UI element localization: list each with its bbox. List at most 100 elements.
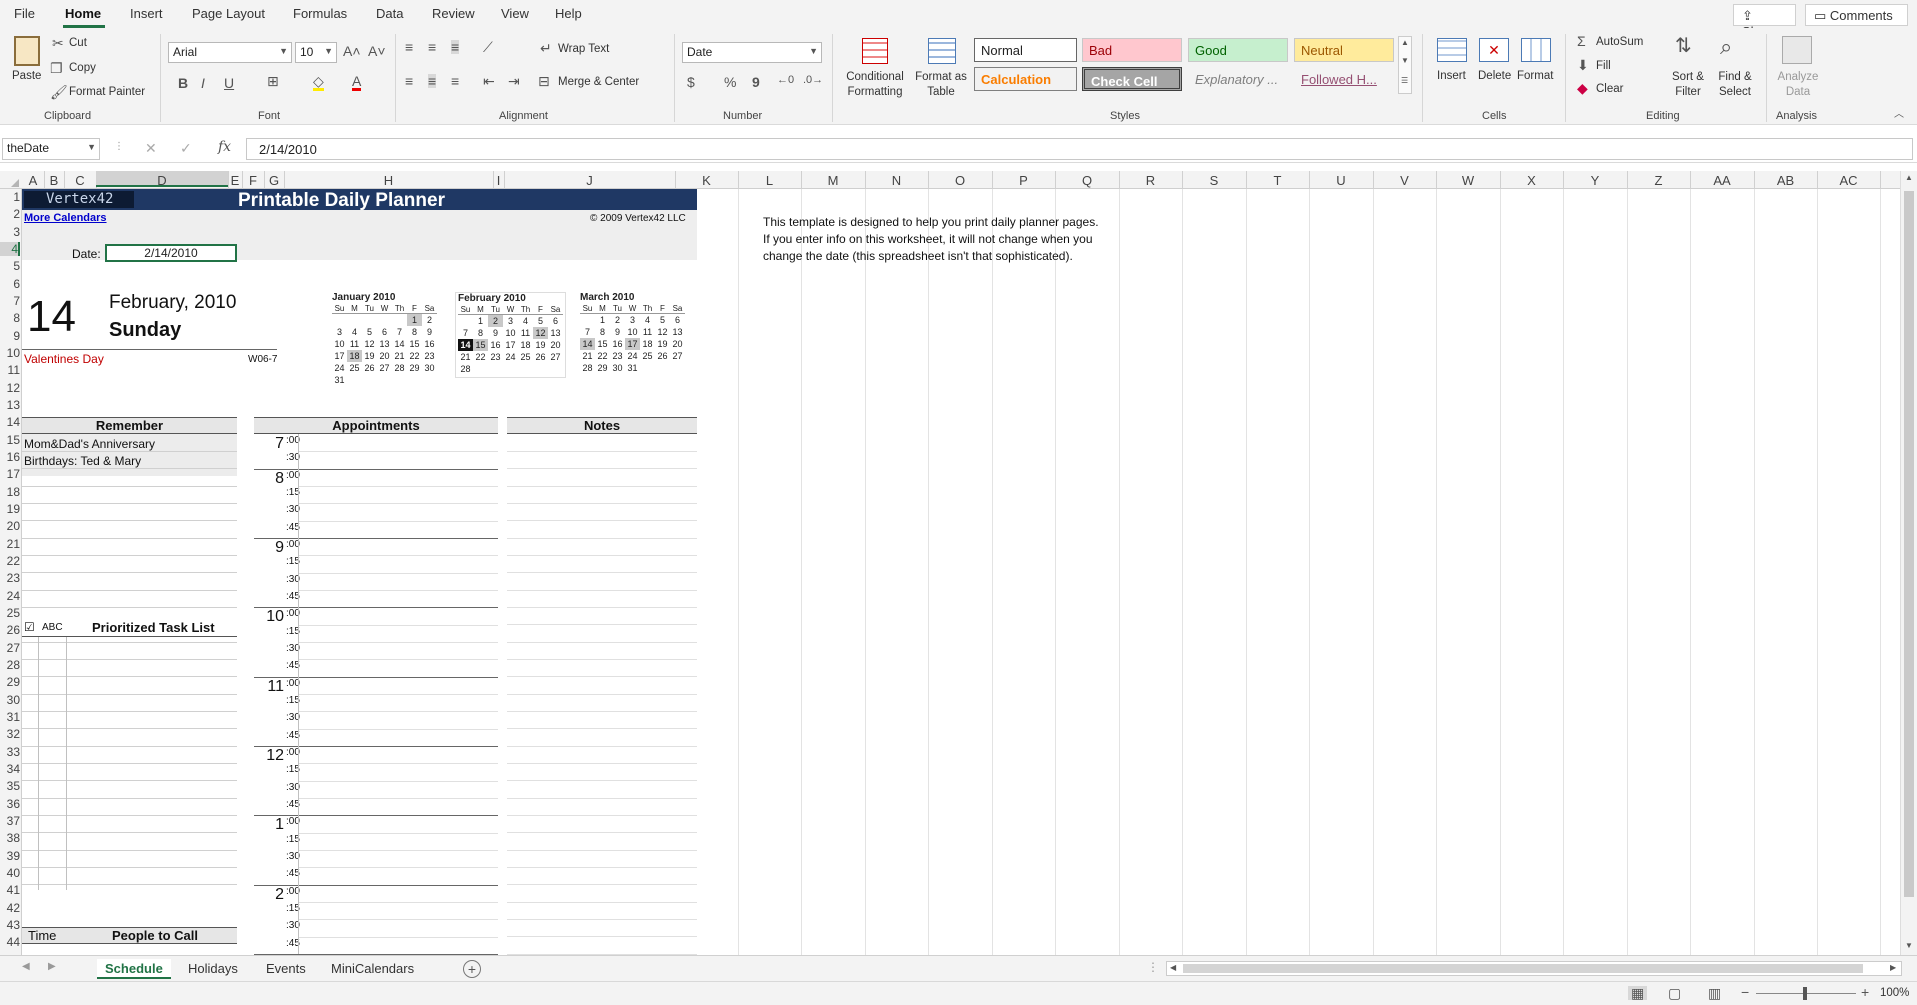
increase-indent-icon[interactable]: ⇥ <box>508 74 520 88</box>
worksheet[interactable]: Vertex42 Printable Daily Planner More Ca… <box>22 189 1900 955</box>
increase-decimal-icon[interactable]: ←0 <box>777 75 794 86</box>
chevron-up-icon[interactable]: ▲ <box>1905 174 1913 182</box>
next-sheet-icon[interactable]: ▶ <box>48 962 56 972</box>
row-header[interactable]: 21 <box>0 537 20 551</box>
row-header[interactable]: 3 <box>0 225 20 239</box>
formula-input[interactable]: 2/14/2010 <box>246 138 1913 160</box>
align-right-icon[interactable]: ≡ <box>451 74 459 88</box>
row-header[interactable]: 17 <box>0 467 20 481</box>
more-calendars-link[interactable]: More Calendars <box>24 212 107 224</box>
tab-file[interactable]: File <box>14 6 35 21</box>
column-header[interactable]: T <box>1246 173 1309 188</box>
row-header[interactable]: 10 <box>0 346 20 360</box>
row-header[interactable]: 12 <box>0 381 20 395</box>
insert-function-button[interactable]: fx <box>218 140 231 154</box>
align-center-icon[interactable]: ≡ <box>428 74 437 88</box>
tab-formulas[interactable]: Formulas <box>293 6 347 21</box>
tab-data[interactable]: Data <box>376 6 403 21</box>
row-header[interactable]: 20 <box>0 519 20 533</box>
borders-icon[interactable]: ⊞ <box>267 74 279 88</box>
row-header[interactable]: 15 <box>0 433 20 447</box>
column-header[interactable]: V <box>1373 173 1436 188</box>
row-header[interactable]: 2 <box>0 207 20 221</box>
row-header[interactable]: 11 <box>0 363 20 377</box>
row-header[interactable]: 1 <box>0 190 20 204</box>
row-header[interactable]: 30 <box>0 693 20 707</box>
column-header[interactable]: P <box>992 173 1055 188</box>
tab-home[interactable]: Home <box>65 6 101 21</box>
date-cell[interactable]: 2/14/2010 <box>105 244 237 262</box>
normal-view-icon[interactable]: ▦ <box>1628 986 1648 1000</box>
zoom-level[interactable]: 100% <box>1880 987 1909 999</box>
style-neutral[interactable]: Neutral <box>1294 38 1394 62</box>
column-header[interactable]: Z <box>1627 173 1690 188</box>
column-header[interactable]: E <box>228 173 242 188</box>
comments-button[interactable]: ▭ Comments <box>1805 4 1908 26</box>
row-header[interactable]: 5 <box>0 259 20 273</box>
row-header[interactable]: 9 <box>0 329 20 343</box>
enter-icon[interactable]: ✓ <box>180 141 192 155</box>
column-header[interactable]: R <box>1119 173 1182 188</box>
fill-color-icon[interactable]: ◇ <box>313 74 324 91</box>
align-bottom-icon[interactable]: ≡ <box>451 40 460 54</box>
style-bad[interactable]: Bad <box>1082 38 1182 62</box>
row-header[interactable]: 14 <box>0 415 20 429</box>
scroll-thumb[interactable] <box>1183 964 1863 973</box>
row-header[interactable]: 4 <box>0 241 20 256</box>
add-sheet-icon[interactable]: + <box>463 960 481 978</box>
column-header[interactable]: U <box>1309 173 1373 188</box>
row-header[interactable]: 34 <box>0 762 20 776</box>
style-followed-hyperlink[interactable]: Followed H... <box>1294 67 1394 91</box>
style-check-cell[interactable]: Check Cell <box>1082 67 1182 91</box>
vertical-scrollbar[interactable]: ▲ ▼ <box>1900 171 1917 955</box>
align-left-icon[interactable]: ≡ <box>405 74 413 88</box>
tab-page-layout[interactable]: Page Layout <box>192 6 265 21</box>
row-header[interactable]: 25 <box>0 606 20 620</box>
cancel-icon[interactable]: ✕ <box>145 141 157 155</box>
column-header[interactable]: B <box>44 173 64 188</box>
font-family-select[interactable]: Arial ▼ <box>168 42 292 63</box>
currency-button[interactable]: $ <box>687 75 695 89</box>
font-size-select[interactable]: 10 ▼ <box>295 42 337 63</box>
row-header[interactable]: 26 <box>0 623 20 637</box>
column-header[interactable]: AC <box>1817 173 1880 188</box>
style-calculation[interactable]: Calculation <box>974 67 1077 91</box>
chevron-left-icon[interactable]: ◀ <box>1170 964 1176 972</box>
prev-sheet-icon[interactable]: ◀ <box>22 962 30 972</box>
column-header[interactable]: N <box>865 173 928 188</box>
number-format-select[interactable]: Date ▼ <box>682 42 822 63</box>
align-top-icon[interactable]: ≡ <box>405 40 413 54</box>
tab-insert[interactable]: Insert <box>130 6 163 21</box>
zoom-out-icon[interactable]: − <box>1741 985 1749 999</box>
column-header[interactable]: I <box>493 173 504 188</box>
column-header[interactable]: S <box>1182 173 1246 188</box>
row-header[interactable]: 35 <box>0 779 20 793</box>
name-box[interactable]: theDate ▼ <box>2 138 100 160</box>
column-header[interactable]: J <box>504 173 675 188</box>
row-header[interactable]: 29 <box>0 675 20 689</box>
row-header[interactable]: 27 <box>0 641 20 655</box>
row-header[interactable]: 40 <box>0 866 20 880</box>
select-all-corner[interactable] <box>0 171 22 189</box>
page-layout-view-icon[interactable]: ▢ <box>1668 986 1681 1000</box>
column-header[interactable]: O <box>928 173 992 188</box>
row-header[interactable]: 22 <box>0 554 20 568</box>
style-explanatory[interactable]: Explanatory ... <box>1188 67 1288 91</box>
shrink-font-icon[interactable]: A˅ <box>368 44 386 58</box>
row-header[interactable]: 28 <box>0 658 20 672</box>
column-header[interactable]: Q <box>1055 173 1119 188</box>
row-header[interactable]: 33 <box>0 745 20 759</box>
row-header[interactable]: 36 <box>0 797 20 811</box>
percent-button[interactable]: % <box>724 75 736 89</box>
style-normal[interactable]: Normal <box>974 38 1077 62</box>
decrease-decimal-icon[interactable]: .0→ <box>803 75 823 86</box>
column-header[interactable]: H <box>284 173 493 188</box>
row-header[interactable]: 41 <box>0 883 20 897</box>
share-button[interactable]: ⇪ Share <box>1733 4 1796 39</box>
row-header[interactable]: 24 <box>0 589 20 603</box>
scroll-thumb[interactable] <box>1904 191 1914 897</box>
row-header[interactable]: 32 <box>0 727 20 741</box>
row-header[interactable]: 31 <box>0 710 20 724</box>
column-header[interactable]: G <box>264 173 284 188</box>
underline-button[interactable]: U <box>224 76 234 90</box>
